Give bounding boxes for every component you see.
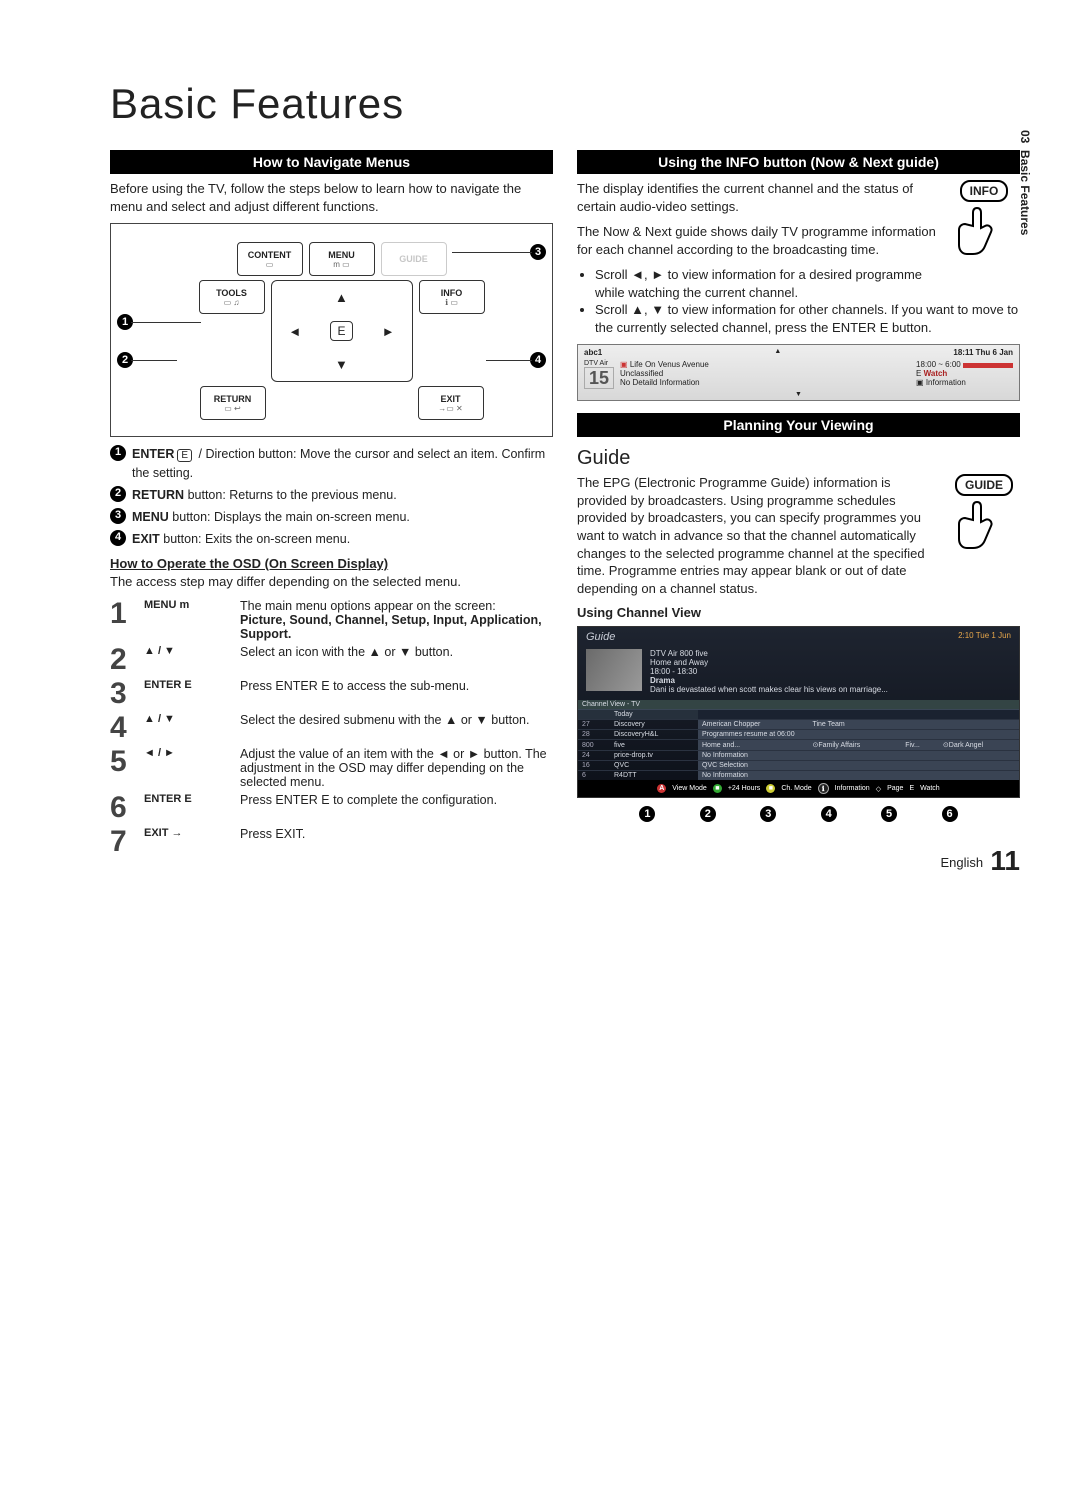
guide-osd-footer: AView Mode ■+24 Hours ■Ch. Mode ℹInforma…	[578, 780, 1019, 797]
osd-steps-table: 1MENU m The main menu options appear on …	[110, 599, 553, 857]
guide-osd: Guide 2:10 Tue 1 Jun DTV Air 800 five Ho…	[577, 626, 1020, 798]
section-navigate-menus: How to Navigate Menus	[110, 150, 553, 174]
callout-3: 3	[530, 244, 546, 260]
chapter-number: 03	[1018, 130, 1032, 143]
guide-row: 6R4DTTNo Information	[578, 771, 1019, 781]
side-tab: 03 Basic Features	[1018, 130, 1032, 235]
guide-callouts-row: 1 2 3 4 5 6	[577, 798, 1020, 822]
section-planning-viewing: Planning Your Viewing	[577, 413, 1020, 437]
remote-menu-button: MENUm ▭	[309, 242, 375, 276]
guide-row: 24price-drop.tvNo Information	[578, 751, 1019, 761]
osd-note: The access step may differ depending on …	[110, 573, 553, 591]
remote-content-button: CONTENT▭	[237, 242, 303, 276]
guide-row: 28DiscoveryH&LProgrammes resume at 06:00	[578, 730, 1019, 740]
info-bullets: Scroll ◄, ► to view information for a de…	[577, 266, 1020, 336]
using-channel-view: Using Channel View	[577, 605, 1020, 620]
remote-exit-button: EXIT→▭ ✕	[418, 386, 484, 420]
dpad-down-icon: ▼	[335, 357, 348, 372]
remote-info-button: INFOℹ ▭	[419, 280, 485, 314]
guide-row: 16QVCQVC Selection	[578, 761, 1019, 771]
dpad-left-icon: ◄	[288, 324, 301, 339]
remote-dpad: ▲ ◄ E ► ▼	[271, 280, 413, 382]
dpad-enter-icon: E	[330, 321, 352, 341]
remote-tools-button: TOOLS▭ ♫	[199, 280, 265, 314]
guide-row: 800fiveHome and...⊙Family AffairsFiv...⊙…	[578, 740, 1019, 751]
remote-diagram: 1 2 3 4 CONTENT▭ MENUm ▭ GUIDE	[110, 223, 553, 437]
guide-heading: Guide	[577, 447, 1020, 470]
dpad-right-icon: ►	[382, 324, 395, 339]
info-button-icon: INFO	[948, 180, 1020, 262]
section-info-button: Using the INFO button (Now & Next guide)	[577, 150, 1020, 174]
osd-subhead: How to Operate the OSD (On Screen Displa…	[110, 556, 553, 571]
remote-return-button: RETURN▭ ↩	[200, 386, 266, 420]
nav-intro: Before using the TV, follow the steps be…	[110, 180, 553, 215]
page-title: Basic Features	[110, 80, 1020, 128]
page-footer: English 11	[941, 845, 1020, 877]
callout-4: 4	[530, 352, 546, 368]
now-next-osd: abc1 ▲ 18:11 Thu 6 Jan DTV Air 15 ▣ Life…	[577, 344, 1020, 401]
guide-button-icon: GUIDE	[948, 474, 1020, 556]
guide-row: 27DiscoveryAmerican ChopperTine Team	[578, 720, 1019, 730]
guide-osd-thumb	[586, 649, 642, 691]
remote-legend: 1 ENTERE / Direction button: Move the cu…	[110, 445, 553, 548]
remote-guide-button: GUIDE	[381, 242, 447, 276]
dpad-up-icon: ▲	[335, 290, 348, 305]
chapter-label: Basic Features	[1018, 150, 1032, 235]
